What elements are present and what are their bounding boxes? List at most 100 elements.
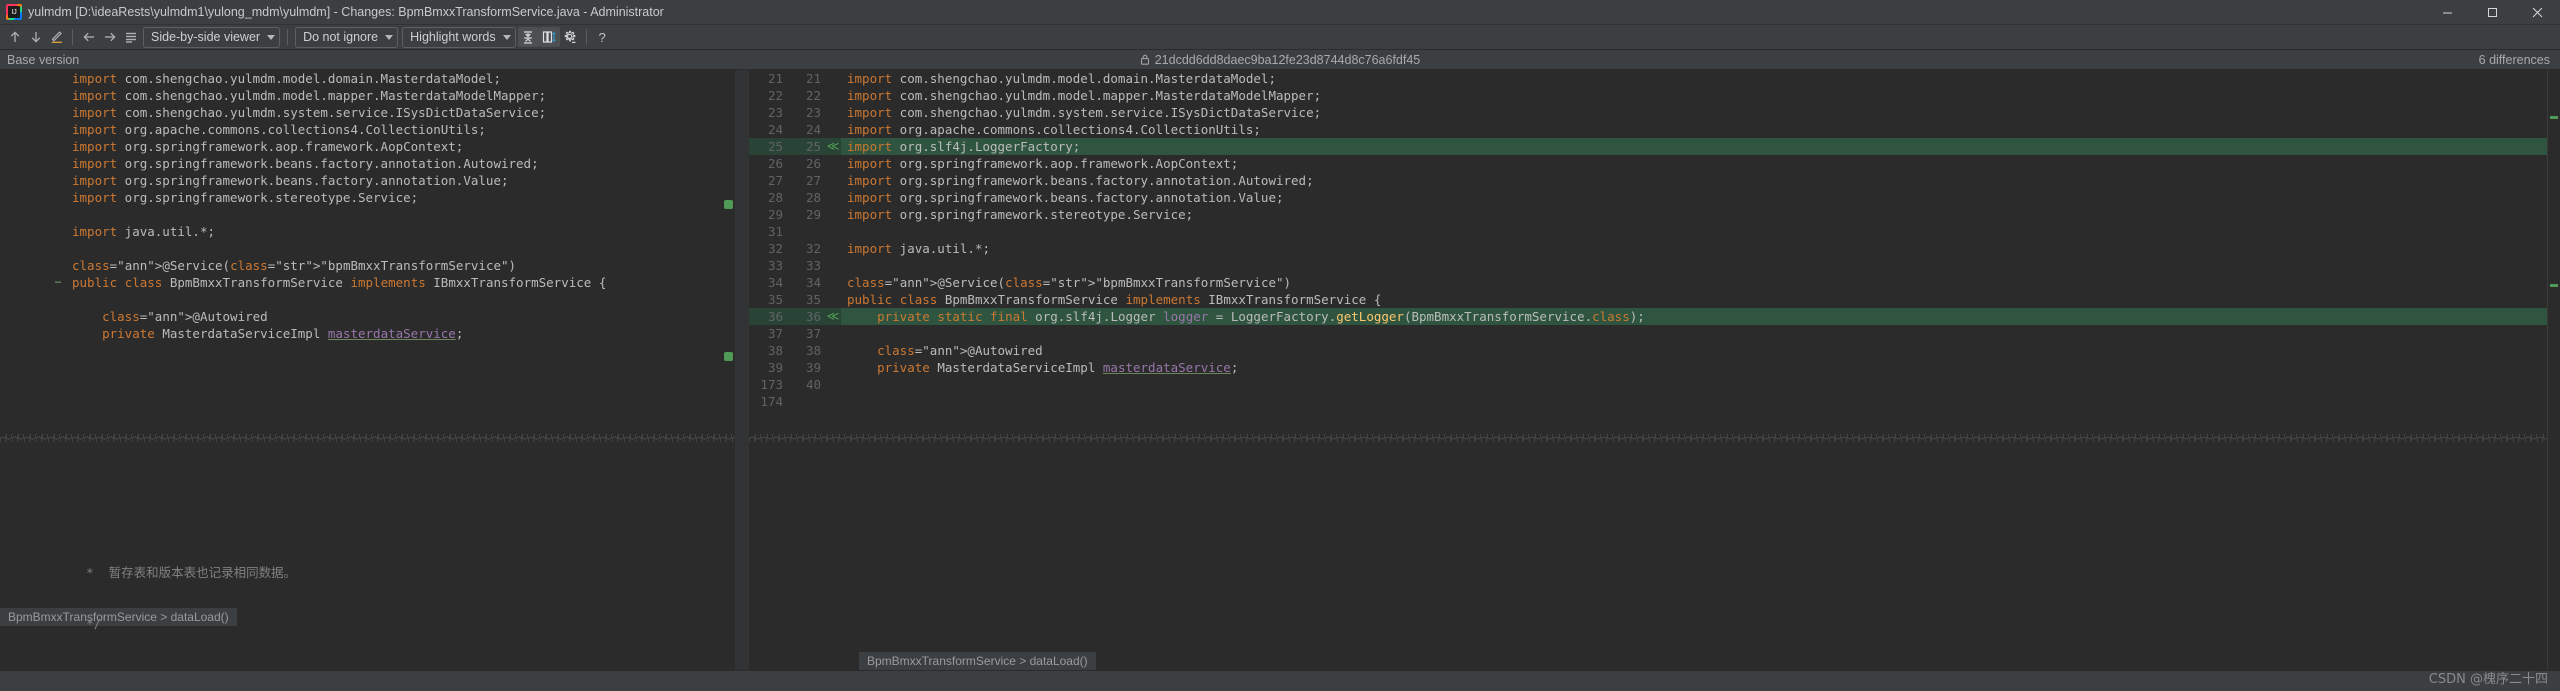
viewer-mode-dropdown[interactable]: Side-by-side viewer xyxy=(143,26,281,48)
right-code-row[interactable]: 35 35 public class BpmBmxxTransformService… xyxy=(749,291,2560,308)
left-code-text xyxy=(66,240,735,257)
left-fold-marker[interactable] xyxy=(50,257,66,274)
settings-button[interactable] xyxy=(560,27,581,47)
right-gutter-spacer xyxy=(825,291,841,308)
apply-right-button[interactable] xyxy=(99,27,120,47)
collapse-unchanged-button[interactable] xyxy=(517,27,539,47)
left-code-row[interactable]: import com.shengchao.yulmdm.system.servi… xyxy=(0,104,735,121)
left-code-row[interactable]: import com.shengchao.yulmdm.model.mapper… xyxy=(0,87,735,104)
right-code-row[interactable]: 36 36 ≪ private static final org.slf4j.Log… xyxy=(749,308,2560,325)
right-old-line-number: 26 xyxy=(767,156,783,171)
left-code-text: import com.shengchao.yulmdm.model.mapper… xyxy=(72,88,547,103)
left-fold-marker[interactable] xyxy=(50,121,66,138)
close-button[interactable] xyxy=(2515,0,2560,24)
right-new-line-number: 35 xyxy=(805,292,821,307)
left-fold-marker[interactable] xyxy=(50,308,66,325)
right-code-row[interactable]: 27 27 import org.springframework.beans.fac… xyxy=(749,172,2560,189)
left-code-row[interactable]: − public class BpmBmxxTransformService im… xyxy=(0,274,735,291)
left-fold-marker[interactable] xyxy=(50,87,66,104)
left-fold-marker[interactable] xyxy=(50,172,66,189)
help-button[interactable]: ? xyxy=(592,27,613,47)
arrow-up-icon xyxy=(10,31,19,42)
right-code-row[interactable]: 39 39 private MasterdataServiceImpl maste… xyxy=(749,359,2560,376)
show-diff-list-button[interactable] xyxy=(120,27,141,47)
left-code-row[interactable]: private MasterdataServiceImpl masterdata… xyxy=(0,325,735,342)
left-line-number xyxy=(0,70,50,87)
ignore-whitespace-dropdown[interactable]: Do not ignore xyxy=(295,26,399,48)
left-code-row[interactable]: import com.shengchao.yulmdm.model.domain… xyxy=(0,70,735,87)
right-old-line-number: 28 xyxy=(767,190,783,205)
left-code-row[interactable]: import org.springframework.aop.framework… xyxy=(0,138,735,155)
right-code-text: import org.springframework.beans.factory… xyxy=(847,190,1284,205)
ignore-whitespace-label: Do not ignore xyxy=(303,30,379,44)
left-line-number xyxy=(0,291,50,308)
intellij-idea-icon xyxy=(6,4,22,20)
left-code-row[interactable]: import java.util.*; xyxy=(0,223,735,240)
right-code-row[interactable]: 24 24 import org.apache.commons.collection… xyxy=(749,121,2560,138)
right-code-row[interactable]: 31 xyxy=(749,223,2560,240)
right-scroll-markers[interactable] xyxy=(2547,70,2560,670)
highlight-mode-dropdown[interactable]: Highlight words xyxy=(402,26,516,48)
diff-center-divider[interactable] xyxy=(735,70,749,670)
right-code-row[interactable]: 28 28 import org.springframework.beans.fac… xyxy=(749,189,2560,206)
right-code-row[interactable]: 33 33 xyxy=(749,257,2560,274)
left-fold-marker[interactable]: − xyxy=(50,274,66,291)
right-code-lines[interactable]: 21 21 import com.shengchao.yulmdm.model.do… xyxy=(749,70,2560,410)
right-code-row[interactable]: 38 38 class="ann">@Autowired xyxy=(749,342,2560,359)
left-fold-marker[interactable] xyxy=(50,325,66,342)
left-fold-marker[interactable] xyxy=(50,291,66,308)
align-columns-button[interactable] xyxy=(538,27,560,47)
left-fold-marker[interactable] xyxy=(50,138,66,155)
next-difference-button[interactable] xyxy=(25,27,46,47)
left-code-row[interactable] xyxy=(0,291,735,308)
apply-change-chevron-icon[interactable]: ≪ xyxy=(825,308,841,325)
left-fold-marker[interactable] xyxy=(50,155,66,172)
maximize-button[interactable] xyxy=(2470,0,2515,24)
left-code-row[interactable]: import org.apache.commons.collections4.C… xyxy=(0,121,735,138)
edit-source-button[interactable] xyxy=(46,27,67,47)
left-code-row[interactable]: import org.springframework.stereotype.Se… xyxy=(0,189,735,206)
right-code-row[interactable]: 174 xyxy=(749,393,2560,410)
right-gutter-spacer xyxy=(825,104,841,121)
left-code-row[interactable] xyxy=(0,240,735,257)
left-fold-marker[interactable] xyxy=(50,104,66,121)
right-code-row[interactable]: 21 21 import com.shengchao.yulmdm.model.do… xyxy=(749,70,2560,87)
right-code-row[interactable]: 26 26 import org.springframework.aop.frame… xyxy=(749,155,2560,172)
left-line-number xyxy=(0,138,50,155)
right-code-row[interactable]: 29 29 import org.springframework.stereotyp… xyxy=(749,206,2560,223)
minimize-button[interactable] xyxy=(2425,0,2470,24)
right-code-row[interactable]: 22 22 import com.shengchao.yulmdm.model.ma… xyxy=(749,87,2560,104)
left-fold-marker[interactable] xyxy=(50,240,66,257)
left-fold-marker[interactable] xyxy=(50,189,66,206)
left-fold-marker[interactable] xyxy=(50,70,66,87)
left-editor-pane[interactable]: import com.shengchao.yulmdm.model.domain… xyxy=(0,70,735,670)
right-code-text: import org.apache.commons.collections4.C… xyxy=(847,122,1261,137)
right-code-row[interactable]: 25 25 ≪ import org.slf4j.LoggerFactory; xyxy=(749,138,2560,155)
left-line-number xyxy=(0,223,50,240)
right-code-row[interactable]: 34 34 class="ann">@Service(class="str">"bp… xyxy=(749,274,2560,291)
left-code-row[interactable]: import org.springframework.beans.factory… xyxy=(0,155,735,172)
left-code-row[interactable]: class="ann">@Service(class="str">"bpmBmx… xyxy=(0,257,735,274)
apply-change-chevron-icon[interactable]: ≪ xyxy=(825,138,841,155)
commit-hash-container[interactable]: 21dcdd6dd8daec9ba12fe23d8744d8c76a6fdf45 xyxy=(0,53,2560,67)
tail-line-2: */ xyxy=(56,616,102,631)
right-code-row[interactable]: 23 23 import com.shengchao.yulmdm.system.s… xyxy=(749,104,2560,121)
right-old-line-number: 25 xyxy=(767,139,783,154)
left-code-lines[interactable]: import com.shengchao.yulmdm.model.domain… xyxy=(0,70,735,342)
apply-left-button[interactable] xyxy=(78,27,99,47)
scroll-marker-2 xyxy=(2550,284,2558,287)
left-fold-marker[interactable] xyxy=(50,206,66,223)
left-code-row[interactable]: class="ann">@Autowired xyxy=(0,308,735,325)
left-code-row[interactable] xyxy=(0,206,735,223)
left-code-text: import org.springframework.aop.framework… xyxy=(72,139,464,154)
right-code-row[interactable]: 32 32 import java.util.*; xyxy=(749,240,2560,257)
differences-count-label: 6 differences xyxy=(2478,52,2550,67)
right-code-row[interactable]: 173 40 xyxy=(749,376,2560,393)
right-breadcrumb[interactable]: BpmBmxxTransformService > dataLoad() xyxy=(859,652,1096,670)
previous-difference-button[interactable] xyxy=(4,27,25,47)
right-editor-pane[interactable]: 21 21 import com.shengchao.yulmdm.model.do… xyxy=(749,70,2560,670)
right-code-row[interactable]: 37 37 xyxy=(749,325,2560,342)
toolbar-separator-2 xyxy=(287,29,289,45)
left-fold-marker[interactable] xyxy=(50,223,66,240)
left-code-row[interactable]: import org.springframework.beans.factory… xyxy=(0,172,735,189)
